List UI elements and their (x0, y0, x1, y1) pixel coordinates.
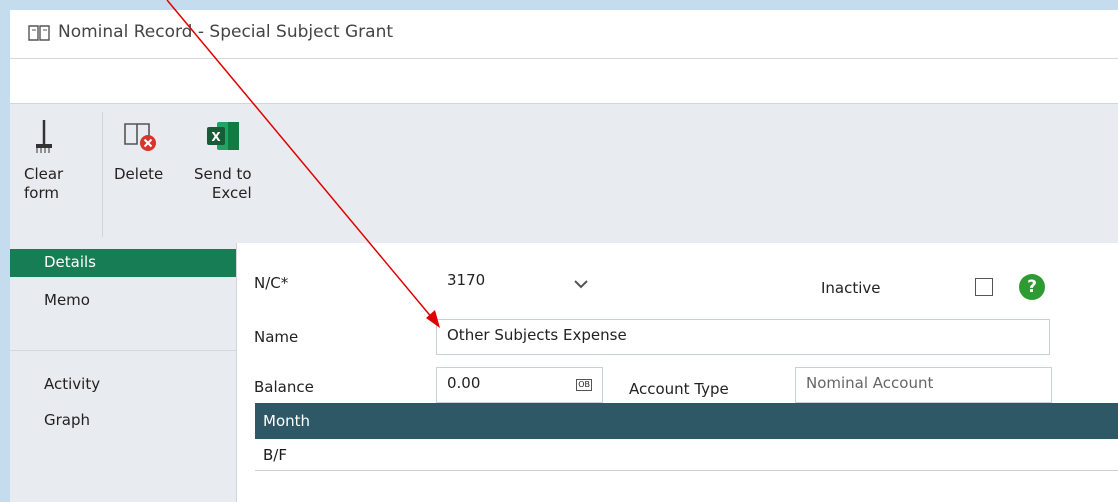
sidebar-item-memo[interactable]: Memo (10, 287, 236, 315)
account-type-field: Nominal Account (795, 367, 1052, 403)
send-to-excel-button[interactable]: X Send to Excel (194, 118, 252, 203)
sidebar-divider (10, 350, 236, 351)
svg-text:X: X (211, 130, 221, 144)
menu-bar (10, 59, 1118, 103)
inactive-checkbox[interactable] (975, 278, 993, 296)
delete-label: Delete (114, 165, 164, 183)
inactive-label: Inactive (821, 279, 881, 297)
title-bar: Nominal Record - Special Subject Grant (10, 10, 1118, 59)
excel-icon: X (206, 122, 239, 150)
delete-button[interactable]: Delete (114, 118, 163, 184)
toolbar: Clear form Delete X Send to Excel (10, 103, 1118, 244)
name-field[interactable]: Other Subjects Expense (436, 319, 1050, 355)
send-to-excel-label: Send to Excel (194, 165, 252, 202)
sidebar-item-graph[interactable]: Graph (10, 407, 236, 435)
grid-header-month: Month (255, 403, 1118, 439)
nc-label: N/C* (254, 274, 289, 292)
balance-label: Balance (254, 378, 314, 396)
delete-record-icon (123, 123, 156, 151)
sidebar-item-activity[interactable]: Activity (10, 371, 236, 399)
balance-value: 0.00 (447, 374, 481, 392)
nominal-record-window: Nominal Record - Special Subject Grant C… (10, 10, 1118, 502)
clear-form-button[interactable]: Clear form (24, 118, 63, 203)
balance-field[interactable]: 0.00 OB (436, 367, 603, 403)
opening-balance-icon[interactable]: OB (576, 379, 592, 391)
account-type-label: Account Type (629, 380, 729, 398)
window-title: Nominal Record - Special Subject Grant (58, 22, 394, 42)
help-icon[interactable]: ? (1019, 274, 1045, 300)
nc-combobox[interactable]: 3170 (436, 265, 603, 301)
clear-form-label: Clear form (24, 165, 64, 202)
name-label: Name (254, 328, 299, 346)
toolbar-divider (102, 112, 103, 237)
sidebar-nav: Details Memo Activity Graph (10, 243, 237, 502)
brush-icon (35, 120, 52, 153)
nc-value: 3170 (447, 271, 486, 289)
sidebar-item-details[interactable]: Details (10, 249, 236, 277)
book-icon (28, 25, 50, 41)
chevron-down-icon[interactable] (574, 280, 588, 289)
details-panel: N/C* 3170 Inactive ? Name Other Subjects… (237, 243, 1118, 502)
table-row[interactable]: B/F (255, 439, 1118, 471)
